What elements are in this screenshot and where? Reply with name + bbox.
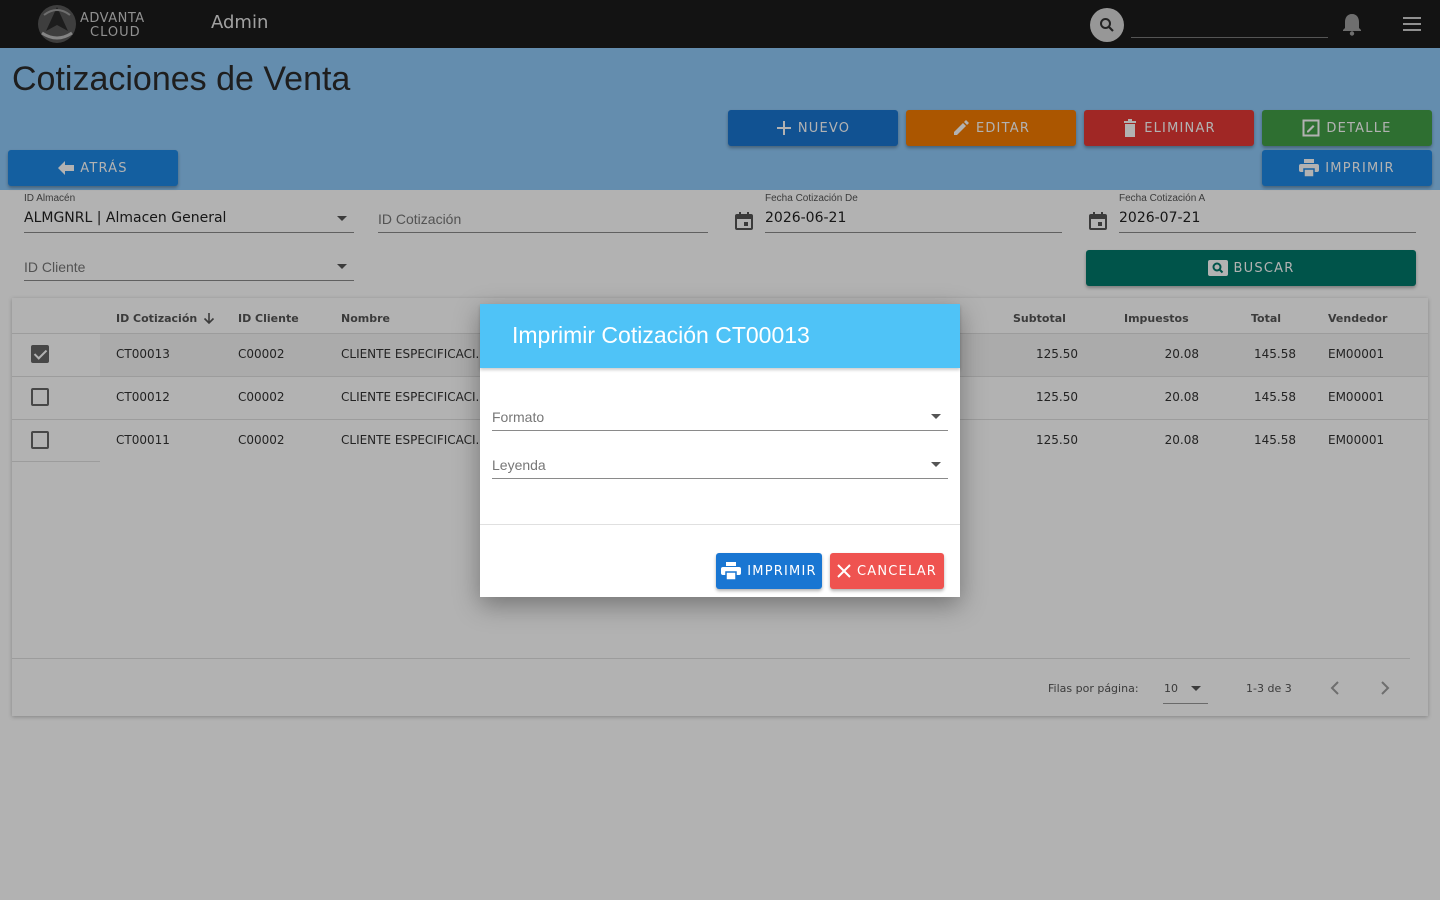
dialog-header: Imprimir Cotización CT00013 xyxy=(480,304,960,368)
printer-icon xyxy=(721,562,742,580)
formato-select[interactable]: Formato xyxy=(492,409,544,425)
dialog-print-button[interactable]: IMPRIMIR xyxy=(716,553,822,589)
leyenda-dropdown-arrow-icon[interactable] xyxy=(931,462,941,467)
formato-underline xyxy=(492,430,948,431)
dialog-cancel-label: CANCELAR xyxy=(856,563,938,579)
leyenda-select[interactable]: Leyenda xyxy=(492,457,546,473)
dialog-print-label: IMPRIMIR xyxy=(747,563,817,579)
formato-dropdown-arrow-icon[interactable] xyxy=(931,414,941,419)
dialog-title: Imprimir Cotización CT00013 xyxy=(512,322,810,348)
dialog-cancel-button[interactable]: CANCELAR xyxy=(830,553,944,589)
print-quote-dialog: Imprimir Cotización CT00013 Formato Leye… xyxy=(480,304,960,597)
leyenda-underline xyxy=(492,478,948,479)
close-icon xyxy=(837,564,851,578)
dialog-actions-divider xyxy=(480,524,960,525)
